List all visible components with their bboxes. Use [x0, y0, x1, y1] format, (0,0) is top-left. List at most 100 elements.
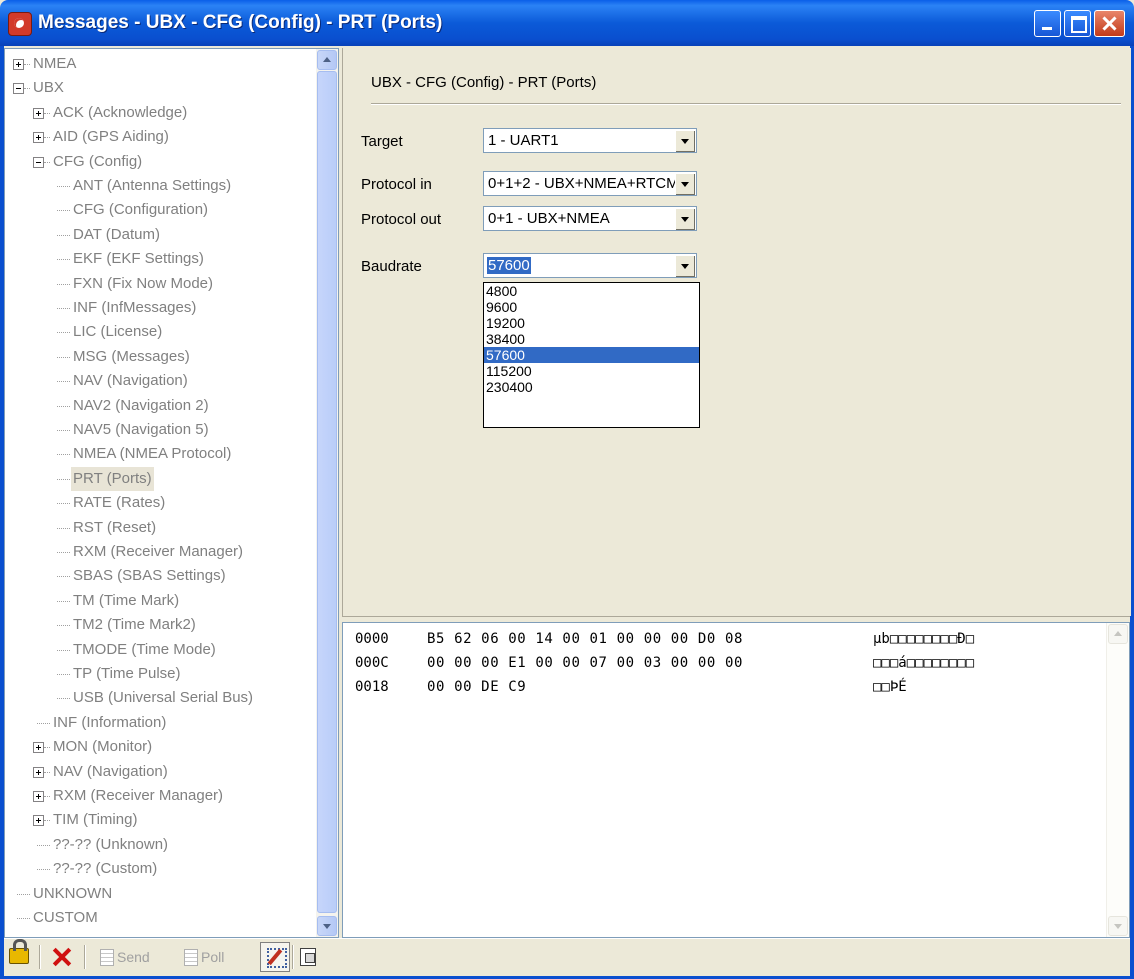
tree-item[interactable]: TM2 (Time Mark2)	[5, 613, 315, 637]
tree-item[interactable]: RXM (Receiver Manager)	[5, 784, 315, 808]
tree-connector	[44, 112, 50, 114]
collapse-icon[interactable]	[33, 156, 44, 168]
tree-scrollbar[interactable]	[316, 49, 338, 937]
tree-item[interactable]: RATE (Rates)	[5, 491, 315, 515]
expand-icon[interactable]	[13, 59, 24, 70]
tree-item[interactable]: CUSTOM	[5, 906, 315, 930]
chevron-down-icon[interactable]	[675, 130, 695, 152]
title-bar[interactable]: Messages - UBX - CFG (Config) - PRT (Por…	[0, 0, 1134, 46]
baudrate-label: Baudrate	[361, 258, 422, 275]
scroll-down-button[interactable]	[1108, 916, 1128, 936]
tree-item[interactable]: USB (Universal Serial Bus)	[5, 686, 315, 710]
collapse-icon[interactable]	[13, 83, 24, 95]
scroll-up-button[interactable]	[317, 50, 337, 70]
baudrate-select[interactable]: 57600	[483, 253, 697, 278]
tree-item[interactable]: NAV2 (Navigation 2)	[5, 394, 315, 418]
tree-connector	[17, 918, 30, 919]
tree-item[interactable]: RXM (Receiver Manager)	[5, 540, 315, 564]
tree-item[interactable]: UNKNOWN	[5, 882, 315, 906]
lock-icon[interactable]	[9, 939, 29, 964]
hex-bytes: 00 00 00 E1 00 00 07 00 03 00 00 00	[427, 655, 744, 671]
message-tree[interactable]: NMEA UBX ACK (Acknowledge) AID (GPS Aiding)…	[4, 48, 339, 938]
tree-item[interactable]: RST (Reset)	[5, 516, 315, 540]
tree-connector	[57, 527, 70, 529]
baudrate-option[interactable]: 4800	[484, 283, 699, 299]
baudrate-option[interactable]: 57600	[484, 347, 699, 363]
tree-item[interactable]: UBX	[5, 76, 315, 100]
maximize-button[interactable]	[1064, 10, 1091, 37]
export-icon[interactable]	[300, 948, 316, 966]
hex-row[interactable]: 0018 00 00 DE C9 □□ÞÉ	[343, 675, 1103, 699]
baudrate-dropdown-list[interactable]: 4800 9600 19200 38400 57600 115200 230400	[483, 282, 700, 428]
tree-item[interactable]: DAT (Datum)	[5, 223, 315, 247]
poll-button[interactable]: Poll	[184, 943, 224, 971]
expand-icon[interactable]	[33, 107, 44, 119]
tree-item[interactable]: TMODE (Time Mode)	[5, 638, 315, 662]
protocol-in-value: 0+1+2 - UBX+NMEA+RTCM	[488, 175, 676, 192]
tree-item[interactable]: TM (Time Mark)	[5, 589, 315, 613]
baudrate-option[interactable]: 38400	[484, 331, 699, 347]
tree-item[interactable]: NMEA (NMEA Protocol)	[5, 442, 315, 466]
chevron-down-icon[interactable]	[675, 208, 695, 230]
hex-scrollbar[interactable]	[1106, 623, 1129, 937]
hex-view[interactable]: 0000 B5 62 06 00 14 00 01 00 00 00 D0 08 µ…	[342, 622, 1130, 938]
baudrate-option[interactable]: 19200	[484, 315, 699, 331]
delete-icon[interactable]	[50, 945, 74, 969]
send-button[interactable]: Send	[100, 943, 150, 971]
baudrate-option[interactable]: 230400	[484, 379, 699, 395]
expand-icon[interactable]	[33, 791, 44, 802]
tree-item[interactable]: FXN (Fix Now Mode)	[5, 272, 315, 296]
hex-row[interactable]: 0000 B5 62 06 00 14 00 01 00 00 00 D0 08 µ…	[343, 627, 1103, 651]
app-icon[interactable]	[8, 12, 32, 36]
tree-item[interactable]: AID (GPS Aiding)	[5, 125, 315, 149]
tree-item[interactable]: NAV (Navigation)	[5, 369, 315, 393]
tree-item-label: UNKNOWN	[33, 884, 113, 902]
tree-item[interactable]: LIC (License)	[5, 320, 315, 344]
tree-item-label: MON (Monitor)	[53, 738, 153, 756]
tree-item-label: TIM (Timing)	[53, 811, 138, 829]
expand-icon[interactable]	[33, 742, 44, 754]
tree-item[interactable]: INF (InfMessages)	[5, 296, 315, 320]
expand-icon[interactable]	[33, 766, 44, 778]
tree-item[interactable]: ??-?? (Custom)	[5, 857, 315, 881]
tree-connector	[57, 405, 70, 407]
protocol-out-select[interactable]: 0+1 - UBX+NMEA	[483, 206, 697, 231]
tree-item[interactable]: TP (Time Pulse)	[5, 662, 315, 686]
expand-icon[interactable]	[33, 132, 44, 144]
tree-item[interactable]: MON (Monitor)	[5, 735, 315, 759]
chevron-down-icon[interactable]	[675, 173, 695, 195]
tree-item-label: EKF (EKF Settings)	[73, 250, 204, 268]
scroll-down-button[interactable]	[317, 916, 337, 936]
hex-row[interactable]: 000C 00 00 00 E1 00 00 07 00 03 00 00 00 □…	[343, 651, 1103, 675]
protocol-in-select[interactable]: 0+1+2 - UBX+NMEA+RTCM	[483, 171, 697, 196]
tree-item[interactable]: SBAS (SBAS Settings)	[5, 564, 315, 588]
target-select[interactable]: 1 - UART1	[483, 128, 697, 153]
tree-connector	[24, 64, 30, 65]
auto-poll-toggle[interactable]	[260, 942, 290, 972]
tree-item[interactable]: TIM (Timing)	[5, 808, 315, 832]
tree-item[interactable]: INF (Information)	[5, 711, 315, 735]
tree-item[interactable]: NAV (Navigation)	[5, 760, 315, 784]
tree-item[interactable]: CFG (Config)	[5, 150, 315, 174]
minimize-button[interactable]	[1034, 10, 1061, 37]
close-button[interactable]	[1094, 10, 1125, 37]
tree-connector	[57, 552, 70, 553]
title-divider	[371, 103, 1121, 105]
baudrate-option[interactable]: 9600	[484, 299, 699, 315]
tree-item-label: TMODE (Time Mode)	[73, 640, 216, 658]
tree-item[interactable]: PRT (Ports)	[5, 466, 315, 491]
expand-icon[interactable]	[33, 815, 44, 827]
tree-item[interactable]: EKF (EKF Settings)	[5, 247, 315, 271]
tree-item[interactable]: CFG (Configuration)	[5, 198, 315, 222]
scroll-thumb[interactable]	[317, 71, 337, 913]
tree-item[interactable]: ANT (Antenna Settings)	[5, 174, 315, 198]
tree-connector	[44, 747, 50, 749]
scroll-up-button[interactable]	[1108, 624, 1128, 644]
chevron-down-icon[interactable]	[675, 255, 695, 277]
tree-item[interactable]: NAV5 (Navigation 5)	[5, 418, 315, 442]
tree-item[interactable]: NMEA	[5, 52, 315, 76]
baudrate-option[interactable]: 115200	[484, 363, 699, 379]
tree-item[interactable]: MSG (Messages)	[5, 345, 315, 369]
tree-item[interactable]: ??-?? (Unknown)	[5, 833, 315, 857]
tree-item[interactable]: ACK (Acknowledge)	[5, 101, 315, 125]
